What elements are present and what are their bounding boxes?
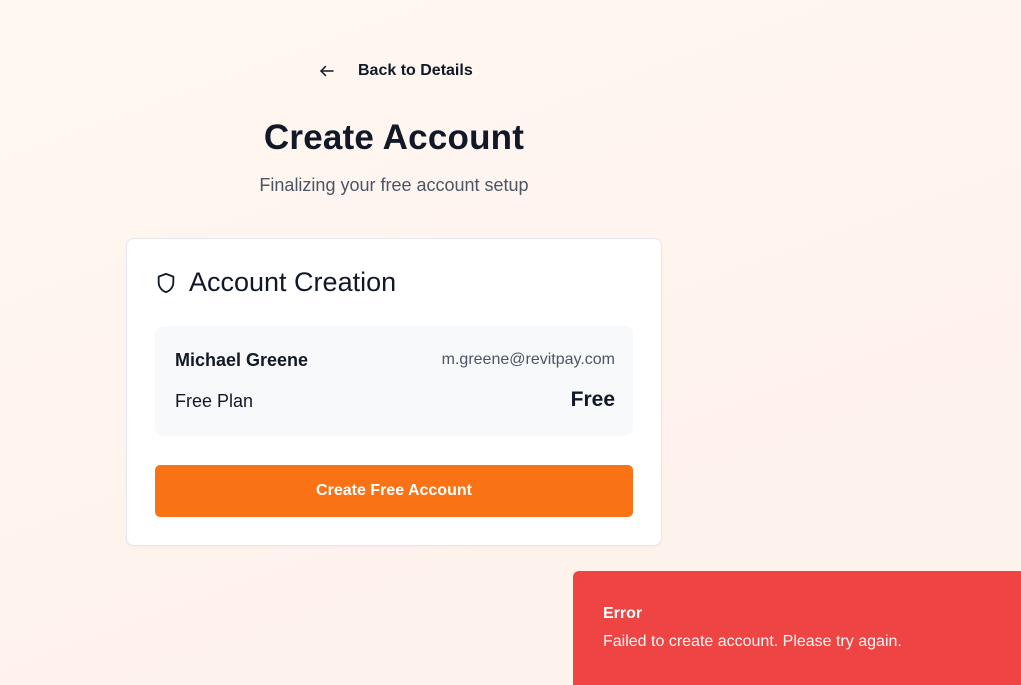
account-creation-card: Account Creation Michael Greene m.greene… <box>126 238 662 546</box>
plan-price: Free <box>570 388 615 411</box>
card-title: Account Creation <box>189 267 397 297</box>
shield-icon <box>155 271 177 295</box>
page-title: Create Account <box>263 118 525 157</box>
create-free-account-button[interactable]: Create Free Account <box>155 465 633 517</box>
back-to-details-link[interactable]: Back to Details <box>318 62 473 80</box>
back-link-label: Back to Details <box>358 62 473 79</box>
user-name: Michael Greene <box>175 350 309 370</box>
toast-title: Error <box>603 605 643 622</box>
page-subtitle: Finalizing your free account setup <box>259 175 529 195</box>
plan-name: Free Plan <box>175 391 254 411</box>
card-header: Account Creation <box>155 267 396 298</box>
account-summary: Michael Greene m.greene@revitpay.com Fre… <box>155 326 633 436</box>
error-toast[interactable]: Error Failed to create account. Please t… <box>573 571 1021 685</box>
arrow-left-icon <box>318 62 336 80</box>
user-email: m.greene@revitpay.com <box>441 351 615 368</box>
toast-message: Failed to create account. Please try aga… <box>603 633 902 650</box>
